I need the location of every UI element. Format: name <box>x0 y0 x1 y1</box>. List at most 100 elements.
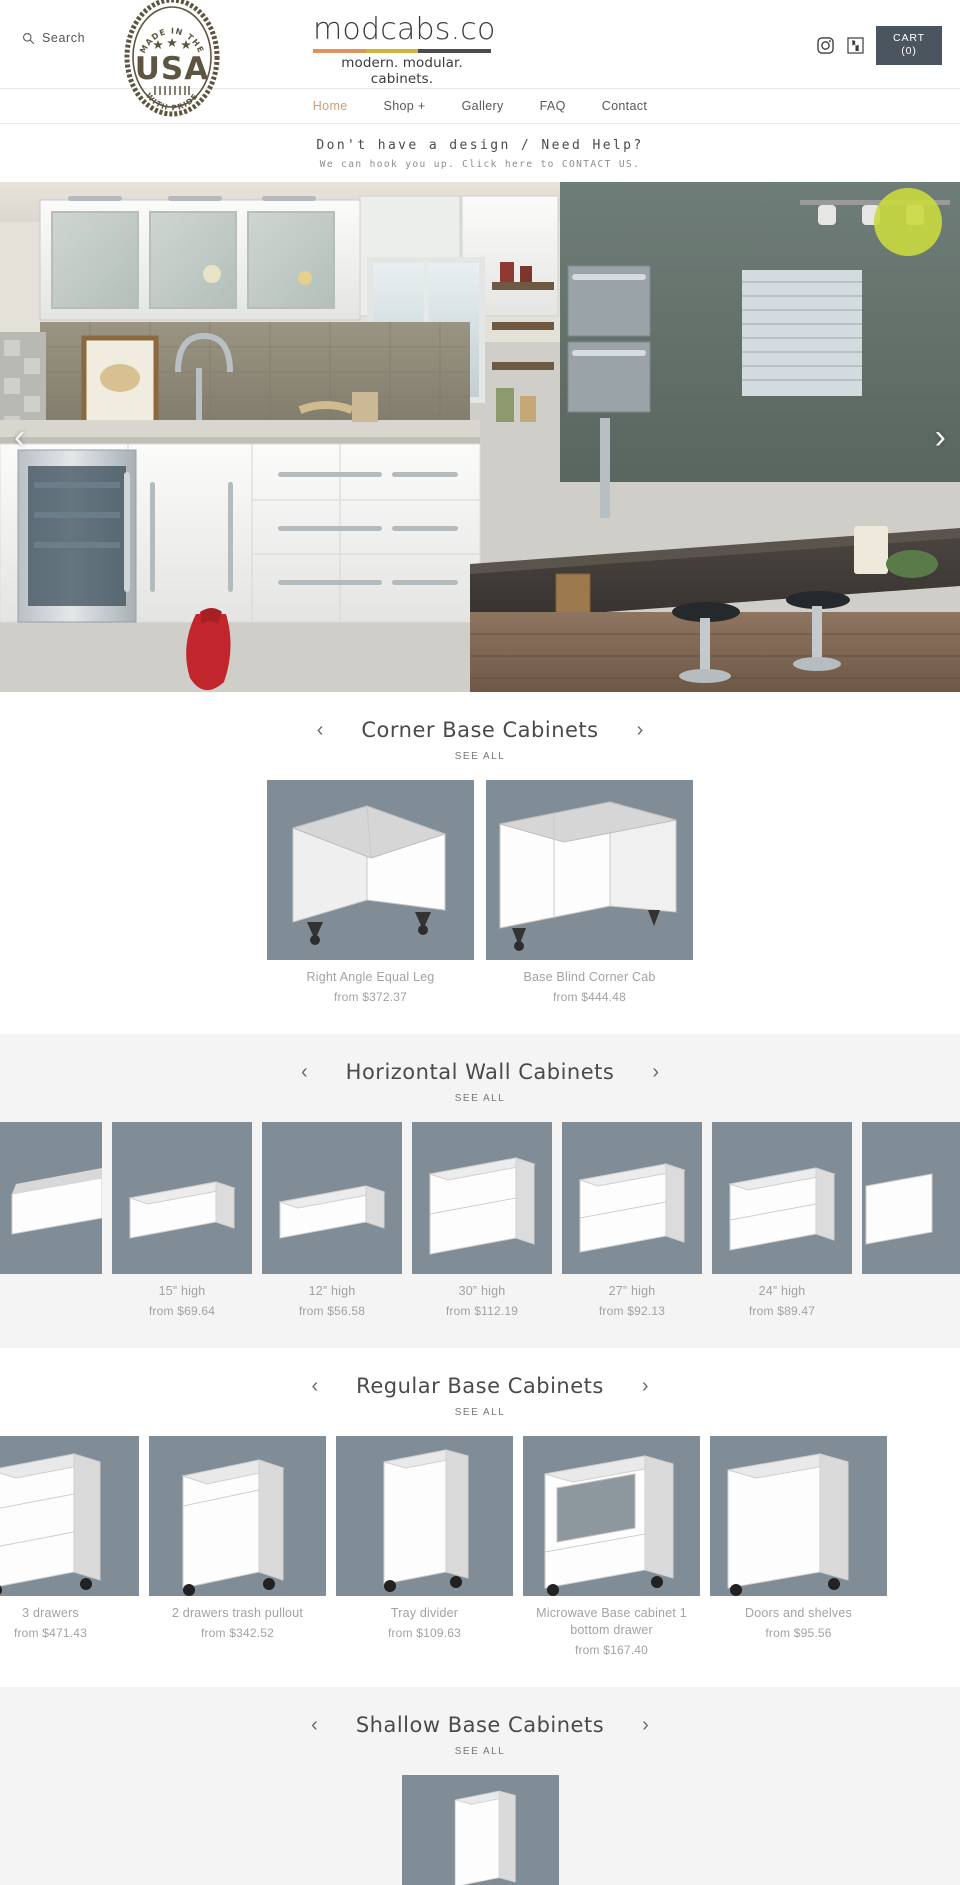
product-thumbnail <box>149 1435 326 1596</box>
product-title: 2 drawers trash pullout <box>171 1605 304 1620</box>
wall-cabinet-icon <box>11 1167 102 1235</box>
product-title: Doors and shelves <box>745 1605 852 1620</box>
product-card[interactable]: 30” high from $112.19 <box>412 1121 552 1318</box>
announcement-link[interactable]: We can hook you up. Click here to CONTAC… <box>0 159 960 170</box>
hero-slideshow: ‹ › <box>0 182 960 692</box>
logo-color-rule <box>313 48 491 53</box>
section-title: Horizontal Wall Cabinets <box>345 1059 615 1084</box>
product-card[interactable] <box>401 1774 559 1885</box>
product-thumbnail <box>523 1435 700 1596</box>
product-row: Right Angle Equal Leg from $372.37 Base … <box>0 780 960 1004</box>
product-card[interactable]: Tray divider from $109.63 <box>336 1435 513 1657</box>
product-card[interactable]: 15” high from $69.64 <box>112 1121 252 1318</box>
product-card[interactable]: Doors and shelves from $95.56 <box>710 1435 887 1657</box>
nav-item-shop[interactable]: Shop + <box>366 99 444 113</box>
hero-next-arrow[interactable]: › <box>935 420 946 454</box>
product-card[interactable]: Base Blind Corner Cab from $444.48 <box>486 780 693 1004</box>
base-doors-and-shelves-icon <box>727 1453 849 1596</box>
product-price: from $342.52 <box>200 1625 275 1640</box>
section-header: ‹ Regular Base Cabinets › <box>0 1374 960 1398</box>
base-3-drawer-icon <box>0 1453 101 1595</box>
nav-item-gallery[interactable]: Gallery <box>444 99 522 113</box>
corner-l-cabinet-icon <box>291 805 447 945</box>
section-prev-arrow[interactable]: ‹ <box>307 1713 322 1737</box>
product-price: from $95.56 <box>765 1625 832 1640</box>
product-title: 15” high <box>158 1283 206 1298</box>
product-card[interactable] <box>862 1121 960 1318</box>
section-header: ‹ Corner Base Cabinets › <box>0 718 960 742</box>
site-logo[interactable]: modcabs.co modern. modular. cabinets. <box>313 12 496 87</box>
product-card[interactable]: Right Angle Equal Leg from $372.37 <box>267 780 474 1004</box>
section-prev-arrow[interactable]: ‹ <box>313 718 328 742</box>
svg-text:USA: USA <box>135 51 210 87</box>
see-all-link[interactable]: SEE ALL <box>0 1093 960 1104</box>
product-carousel[interactable]: 3 drawers from $471.43 2 drawers trash p… <box>0 1435 960 1657</box>
product-card[interactable]: 2 drawers trash pullout from $342.52 <box>149 1435 326 1657</box>
product-thumbnail <box>267 780 474 960</box>
product-price: from $167.40 <box>574 1642 649 1657</box>
nav-item-home[interactable]: Home <box>295 99 366 113</box>
product-thumbnail <box>336 1435 513 1596</box>
section-shallow-base-cabinets: ‹ Shallow Base Cabinets › SEE ALL <box>0 1686 960 1885</box>
product-thumbnail <box>401 1774 559 1885</box>
section-horizontal-wall-cabinets: ‹ Horizontal Wall Cabinets › SEE ALL 15”… <box>0 1033 960 1348</box>
instagram-icon[interactable] <box>816 36 835 55</box>
product-title: Base Blind Corner Cab <box>523 970 656 984</box>
houzz-icon[interactable] <box>846 36 865 55</box>
hero-prev-arrow[interactable]: ‹ <box>14 420 25 454</box>
product-price: from $92.13 <box>598 1303 666 1318</box>
site-header: Search MADE IN THE USA WITH PRIDE modcab… <box>0 0 960 117</box>
cart-button[interactable]: CART (0) <box>876 26 942 65</box>
product-title: Microwave Base cabinet 1 bottom drawer <box>536 1605 687 1637</box>
section-corner-base-cabinets: ‹ Corner Base Cabinets › SEE ALL Right A… <box>0 692 960 1034</box>
product-card[interactable]: 27” high from $92.13 <box>562 1121 702 1318</box>
section-prev-arrow[interactable]: ‹ <box>297 1060 312 1084</box>
search-label: Search <box>42 31 86 45</box>
shallow-base-cabinet-icon <box>454 1790 516 1885</box>
product-price: from $112.19 <box>445 1303 519 1318</box>
see-all-link[interactable]: SEE ALL <box>0 751 960 762</box>
section-prev-arrow[interactable]: ‹ <box>308 1374 323 1398</box>
product-card[interactable]: 3 drawers from $471.43 <box>0 1435 139 1657</box>
wall-cabinet-15-icon <box>128 1181 236 1239</box>
search-icon <box>23 32 35 44</box>
product-card[interactable]: 24” high from $89.47 <box>712 1121 852 1318</box>
wall-cabinet-12-icon <box>278 1185 386 1239</box>
product-price: from $69.64 <box>148 1303 216 1318</box>
base-microwave-cabinet-icon <box>544 1455 674 1596</box>
product-price: from $444.48 <box>552 989 627 1004</box>
section-header: ‹ Horizontal Wall Cabinets › <box>0 1060 960 1084</box>
product-price: from $89.47 <box>748 1303 816 1318</box>
section-next-arrow[interactable]: › <box>648 1060 663 1084</box>
search-button[interactable]: Search <box>22 31 85 45</box>
product-thumbnail <box>112 1121 252 1274</box>
product-title: 30” high <box>458 1283 506 1298</box>
see-all-link[interactable]: SEE ALL <box>0 1407 960 1418</box>
made-in-usa-badge: MADE IN THE USA WITH PRIDE <box>124 0 220 117</box>
product-title: 24” high <box>758 1283 806 1298</box>
product-price: from $471.43 <box>13 1625 88 1640</box>
product-price: from $109.63 <box>387 1625 462 1640</box>
nav-item-contact[interactable]: Contact <box>584 99 666 113</box>
product-card[interactable]: Microwave Base cabinet 1 bottom drawer f… <box>523 1435 700 1657</box>
section-next-arrow[interactable]: › <box>638 1713 653 1737</box>
logo-wordmark: modcabs.co <box>313 12 496 47</box>
section-next-arrow[interactable]: › <box>633 718 648 742</box>
nav-item-faq[interactable]: FAQ <box>522 99 584 113</box>
product-carousel[interactable]: 15” high from $69.64 12” high from $56.5… <box>0 1121 960 1318</box>
logo-tagline: modern. modular. cabinets. <box>341 54 463 87</box>
product-thumbnail <box>262 1121 402 1274</box>
product-thumbnail <box>710 1435 887 1596</box>
product-price: from $372.37 <box>333 989 408 1004</box>
section-next-arrow[interactable]: › <box>638 1374 653 1398</box>
wall-cabinet-24-icon <box>728 1167 836 1251</box>
product-thumbnail <box>562 1121 702 1274</box>
header-actions: CART (0) <box>816 26 942 65</box>
product-card[interactable]: 12” high from $56.58 <box>262 1121 402 1318</box>
see-all-link[interactable]: SEE ALL <box>0 1746 960 1757</box>
wall-cabinet-30-icon <box>428 1157 536 1255</box>
product-title: Right Angle Equal Leg <box>306 970 435 984</box>
product-title: Tray divider <box>390 1605 459 1620</box>
product-card[interactable] <box>0 1121 102 1318</box>
product-thumbnail <box>712 1121 852 1274</box>
